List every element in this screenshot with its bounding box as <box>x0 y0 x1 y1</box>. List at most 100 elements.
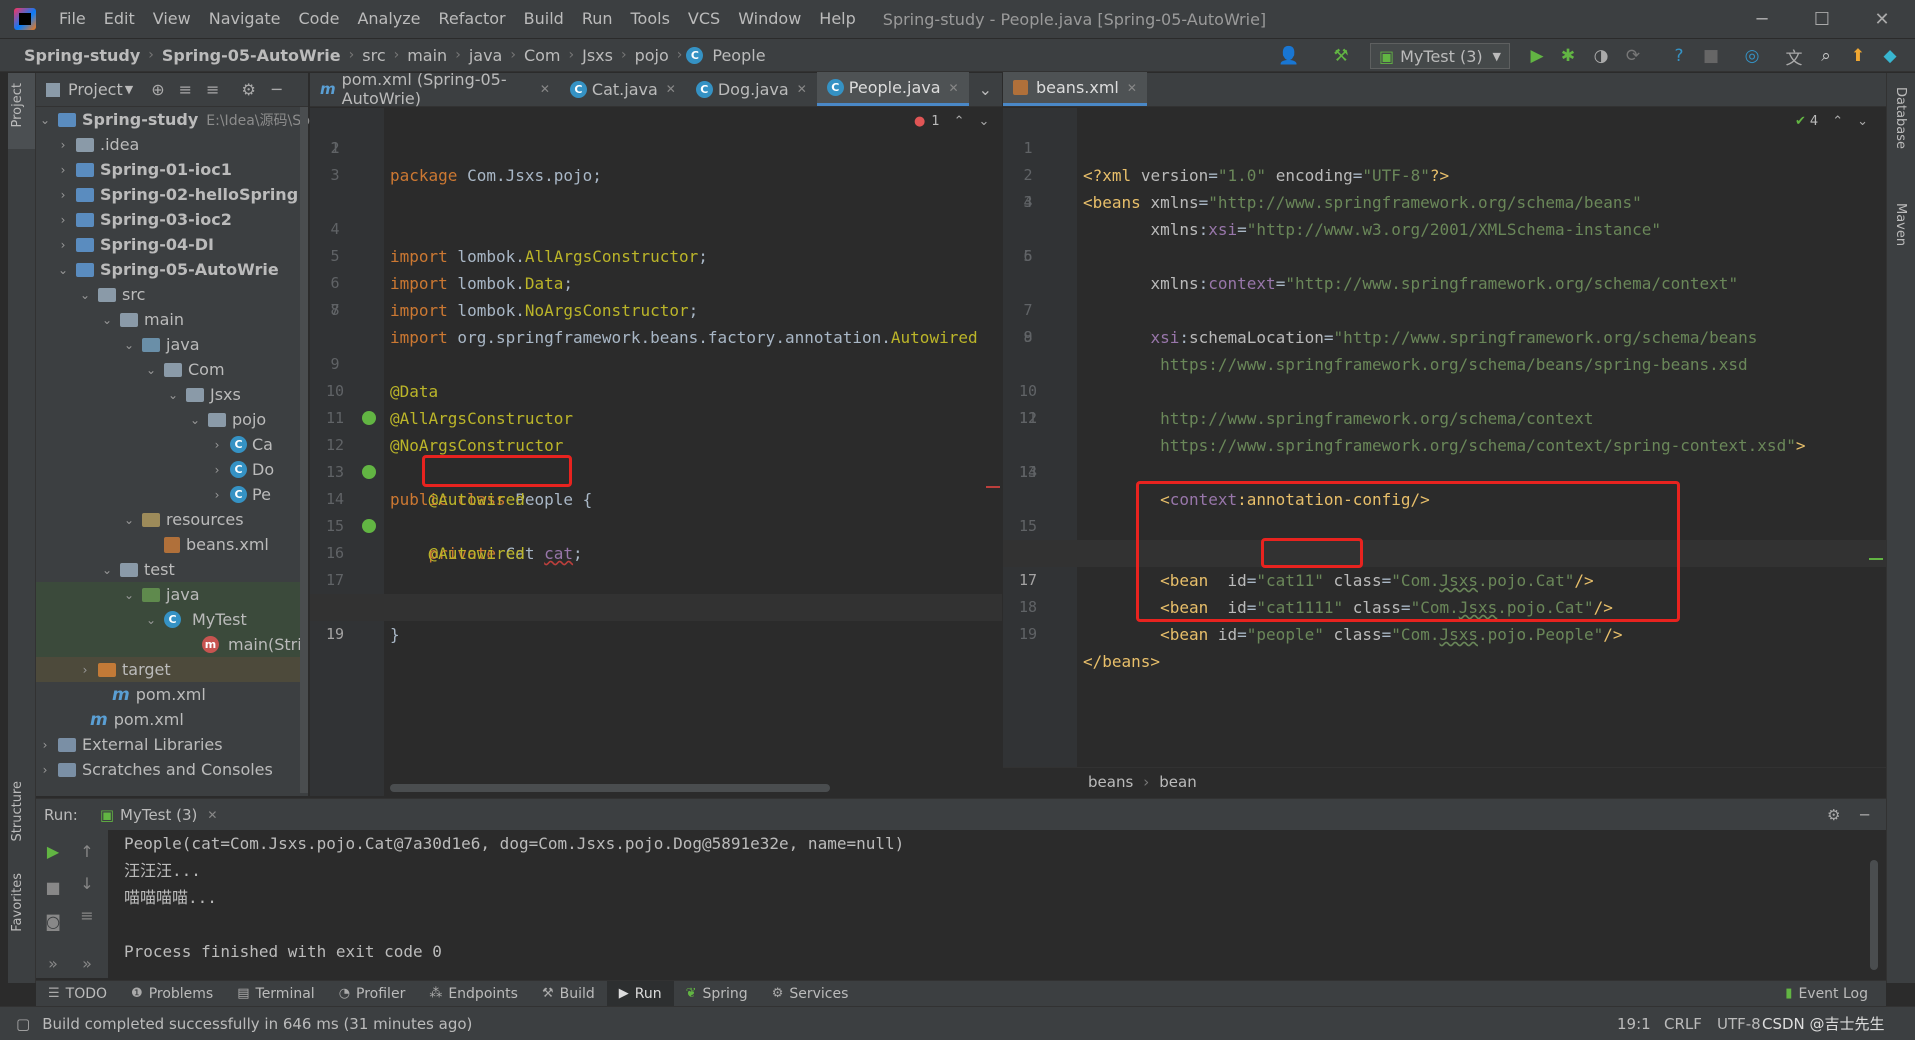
more-icon[interactable]: » <box>76 952 98 974</box>
toolwindow-todo[interactable]: ☰ TODO <box>36 986 119 1002</box>
search-icon[interactable]: ⌕ <box>1815 45 1837 67</box>
inspection-widget[interactable]: ✔ 4 ⌃ ⌄ <box>1795 108 1868 134</box>
toolwindow-spring[interactable]: ❦ Spring <box>674 986 760 1002</box>
gear-icon[interactable]: ⚙ <box>241 80 255 99</box>
next-highlight-icon[interactable]: ⌄ <box>1857 114 1868 129</box>
menu-tools[interactable]: Tools <box>622 0 679 38</box>
menu-code[interactable]: Code <box>290 0 349 38</box>
tree-item-jsxs[interactable]: ⌄ Jsxs <box>36 382 241 407</box>
maximize-button[interactable]: ☐ <box>1793 0 1851 38</box>
close-window-button[interactable]: ✕ <box>1853 0 1911 38</box>
breadcrumb-main[interactable]: main <box>403 46 451 65</box>
tree-item-main-method[interactable]: m main(Stri <box>36 632 308 657</box>
console-scrollbar[interactable] <box>1870 860 1878 970</box>
expand-all-icon[interactable]: ≡ <box>179 80 192 99</box>
tree-item-test[interactable]: ⌄ test <box>36 557 175 582</box>
tree-item-target[interactable]: › target <box>36 657 308 682</box>
camera-icon[interactable]: ◙ <box>42 910 64 932</box>
toolwindow-profiler[interactable]: ◔ Profiler <box>327 986 418 1002</box>
horizontal-scrollbar[interactable] <box>390 784 830 792</box>
caret-position[interactable]: 19:1 <box>1617 1015 1651 1033</box>
rerun-icon[interactable]: ▶ <box>42 840 64 862</box>
run-console-output[interactable]: People(cat=Com.Jsxs.pojo.Cat@7a30d1e6, d… <box>108 830 1886 978</box>
change-stripe-marker[interactable] <box>1869 558 1883 560</box>
previous-highlight-icon[interactable]: ⌃ <box>1832 114 1843 129</box>
database-tool-tab[interactable]: Database <box>1893 87 1908 149</box>
toolwindow-run[interactable]: ▶ Run <box>606 980 674 1007</box>
hide-panel-icon[interactable]: ─ <box>272 80 282 99</box>
tree-item-main[interactable]: ⌄ main <box>36 307 184 332</box>
tree-item-src[interactable]: ⌄ src <box>36 282 145 307</box>
tree-item-module[interactable]: › Spring-03-ioc2 <box>36 207 232 232</box>
xml-breadcrumb-beans[interactable]: beans <box>1088 773 1133 791</box>
run-icon[interactable]: ▶ <box>1526 45 1548 67</box>
menu-view[interactable]: View <box>144 0 200 38</box>
breadcrumb-src[interactable]: src <box>358 46 389 65</box>
profile-icon[interactable]: ⟳ <box>1622 45 1644 67</box>
hide-panel-icon[interactable]: ─ <box>1860 806 1869 824</box>
structure-tool-tab[interactable]: Structure <box>10 781 25 841</box>
tree-item-test-java[interactable]: ⌄ java <box>36 582 308 607</box>
tree-item-cat-class[interactable]: › C Ca <box>36 432 273 457</box>
project-scrollbar[interactable] <box>300 107 308 793</box>
menu-window[interactable]: Window <box>729 0 810 38</box>
tree-item-module[interactable]: › Spring-02-helloSpring <box>36 182 299 207</box>
menu-navigate[interactable]: Navigate <box>200 0 290 38</box>
java-code-editor[interactable]: 1 package Com.Jsxs.pojo; 2 3 4 import lo… <box>310 108 1002 796</box>
favorites-tool-tab[interactable]: Favorites <box>10 873 25 932</box>
coverage-icon[interactable]: ◑ <box>1590 45 1612 67</box>
toolwindow-event-log[interactable]: ▮ Event Log <box>1773 986 1880 1002</box>
tab-beans-xml[interactable]: beans.xml ✕ <box>1003 72 1147 106</box>
search-everywhere-icon[interactable]: ◎ <box>1741 45 1763 67</box>
tab-cat-java[interactable]: C Cat.java ✕ <box>560 72 686 106</box>
error-stripe-marker[interactable] <box>986 486 1000 488</box>
tree-item-idea[interactable]: › .idea <box>36 132 140 157</box>
menu-help[interactable]: Help <box>810 0 864 38</box>
tree-item-resources[interactable]: ⌄ resources <box>36 507 244 532</box>
maven-tool-tab[interactable]: Maven <box>1893 203 1908 246</box>
toolwindow-problems[interactable]: ❶ Problems <box>119 986 225 1002</box>
build-hammer-icon[interactable]: ⚒ <box>1330 45 1352 67</box>
autowired-bean-icon[interactable] <box>362 465 376 479</box>
update-icon[interactable]: ⬆ <box>1847 45 1869 67</box>
toolwindow-endpoints[interactable]: ⁂ Endpoints <box>417 986 530 1002</box>
help-icon[interactable]: ? <box>1668 45 1690 67</box>
tab-pom-xml[interactable]: m pom.xml (Spring-05-AutoWrie) ✕ <box>310 70 560 108</box>
breadcrumb-java[interactable]: java <box>465 46 507 65</box>
toggle-tool-windows-icon[interactable]: ▢ <box>16 1015 30 1033</box>
tree-item-people-class[interactable]: › C Pe <box>36 482 271 507</box>
breadcrumb-project[interactable]: Spring-study <box>20 46 144 65</box>
breadcrumb-module[interactable]: Spring-05-AutoWrie <box>158 46 345 65</box>
breadcrumb-people[interactable]: People <box>708 46 769 65</box>
breadcrumb-com[interactable]: Com <box>520 46 565 65</box>
tree-item-root[interactable]: ⌄ Spring-study E:\Idea\源码\Spr <box>36 107 316 132</box>
scroll-up-icon[interactable]: ↑ <box>76 840 98 862</box>
file-encoding[interactable]: UTF-8 <box>1717 1015 1761 1033</box>
autowired-bean-icon[interactable] <box>362 519 376 533</box>
tree-item-external-libraries[interactable]: › External Libraries <box>36 732 223 757</box>
tree-item-module[interactable]: › Spring-01-ioc1 <box>36 157 232 182</box>
tree-item-module[interactable]: › Spring-04-DI <box>36 232 214 257</box>
debug-icon[interactable]: ✱ <box>1557 45 1579 67</box>
menu-analyze[interactable]: Analyze <box>348 0 429 38</box>
inspection-widget[interactable]: ● 1 ⌃ ⌄ <box>914 108 989 134</box>
close-icon[interactable]: ✕ <box>797 82 807 96</box>
user-icon[interactable]: 👤 <box>1278 45 1300 67</box>
tree-item-dog-class[interactable]: › C Do <box>36 457 275 482</box>
close-icon[interactable]: ✕ <box>1127 81 1137 95</box>
close-icon[interactable]: ✕ <box>949 81 959 95</box>
toolwindow-terminal[interactable]: ▤ Terminal <box>225 986 326 1002</box>
line-separator[interactable]: CRLF <box>1664 1015 1702 1033</box>
project-tool-tab[interactable]: Project <box>10 83 25 127</box>
stop-icon[interactable]: ■ <box>1700 45 1722 67</box>
breadcrumb-jsxs[interactable]: Jsxs <box>578 46 617 65</box>
next-highlight-icon[interactable]: ⌄ <box>979 114 990 129</box>
tree-item-module[interactable]: ⌄ Spring-05-AutoWrie <box>36 257 279 282</box>
menu-run[interactable]: Run <box>573 0 622 38</box>
spring-bean-icon[interactable] <box>362 411 376 425</box>
chevron-down-icon[interactable]: ▼ <box>125 83 133 96</box>
scroll-down-icon[interactable]: ↓ <box>76 872 98 894</box>
previous-highlight-icon[interactable]: ⌃ <box>954 114 965 129</box>
tree-item-module-pom[interactable]: m pom.xml <box>36 682 206 707</box>
menu-vcs[interactable]: VCS <box>679 0 729 38</box>
